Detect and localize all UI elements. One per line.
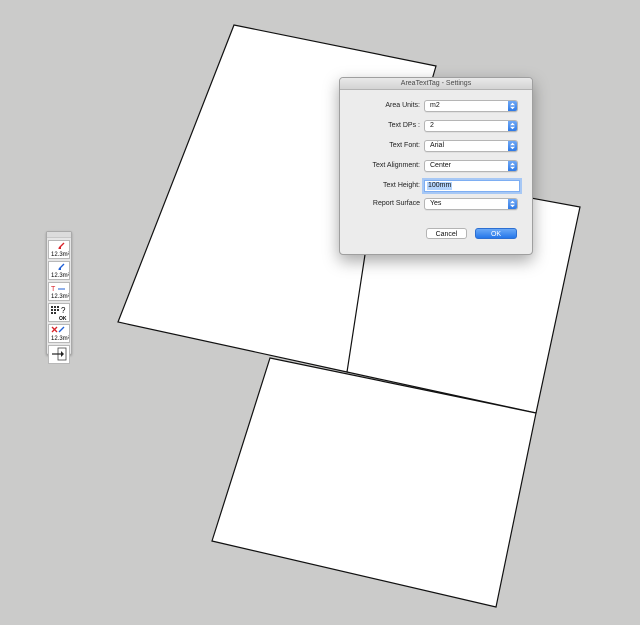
svg-text:T: T: [51, 286, 56, 293]
tag-area-blue-icon: 12.3m²: [51, 263, 69, 279]
cancel-button[interactable]: Cancel: [426, 228, 467, 239]
area-units-row: Area Units: m2: [340, 99, 532, 113]
area-units-select[interactable]: m2: [424, 100, 518, 112]
update-tags-button[interactable]: 12.3m²: [48, 324, 70, 343]
text-font-row: Text Font: Arial: [340, 139, 532, 153]
text-alignment-label: Text Alignment:: [372, 162, 420, 169]
chevron-updown-icon: [508, 101, 517, 111]
text-height-value: 100mm: [427, 182, 453, 190]
svg-text:12.3m²: 12.3m²: [51, 336, 69, 342]
viewport[interactable]: [0, 0, 640, 625]
svg-text:OK: OK: [59, 316, 67, 321]
chevron-updown-icon: [508, 121, 517, 131]
text-alignment-select[interactable]: Center: [424, 160, 518, 172]
report-surface-row: Report Surface Yes: [340, 197, 532, 211]
text-dps-value: 2: [430, 122, 434, 129]
text-alignment-row: Text Alignment: Center: [340, 159, 532, 173]
text-height-input[interactable]: 100mm: [424, 180, 520, 192]
chevron-updown-icon: [508, 141, 517, 151]
tag-toolbar: 12.3m² 12.3m² T 12.3m² ? OK 12.3m²: [46, 231, 72, 364]
chevron-updown-icon: [508, 161, 517, 171]
report-surface-label: Report Surface: [372, 200, 420, 207]
svg-text:12.3m²: 12.3m²: [51, 252, 69, 258]
text-dps-row: Text DPs : 2: [340, 119, 532, 133]
text-font-value: Arial: [430, 142, 445, 149]
tag-area-button[interactable]: 12.3m²: [48, 240, 70, 259]
report-surface-select[interactable]: Yes: [424, 198, 518, 210]
area-units-label: Area Units:: [385, 102, 420, 109]
toolbar-grip[interactable]: [47, 232, 71, 238]
text-font-label: Text Font:: [389, 142, 420, 149]
settings-dialog: AreaTextTag - Settings Area Units: m2 Te…: [339, 77, 533, 255]
report-button[interactable]: ? OK: [48, 303, 70, 322]
text-alignment-value: Center: [430, 162, 452, 169]
update-tags-icon: 12.3m²: [51, 326, 69, 342]
text-font-select[interactable]: Arial: [424, 140, 518, 152]
chevron-updown-icon: [508, 199, 517, 209]
export-button[interactable]: [48, 345, 70, 364]
text-dps-select[interactable]: 2: [424, 120, 518, 132]
text-dps-label: Text DPs :: [388, 122, 420, 129]
svg-text:?: ?: [61, 306, 66, 315]
tag-area-icon: 12.3m²: [51, 242, 69, 258]
text-height-label: Text Height:: [383, 182, 420, 189]
area-units-value: m2: [430, 102, 440, 109]
edit-tag-button[interactable]: T 12.3m²: [48, 282, 70, 301]
svg-text:12.3m²: 12.3m²: [51, 294, 69, 300]
tag-area-blue-button[interactable]: 12.3m²: [48, 261, 70, 280]
report-surface-value: Yes: [430, 200, 442, 207]
edit-tag-icon: T 12.3m²: [51, 286, 69, 300]
report-icon: ? OK: [51, 306, 67, 321]
svg-text:12.3m²: 12.3m²: [51, 273, 69, 279]
ok-button[interactable]: OK: [475, 228, 517, 239]
text-height-row: Text Height: 100mm: [340, 179, 532, 193]
dialog-title: AreaTextTag - Settings: [340, 78, 532, 90]
export-icon: [52, 347, 67, 361]
